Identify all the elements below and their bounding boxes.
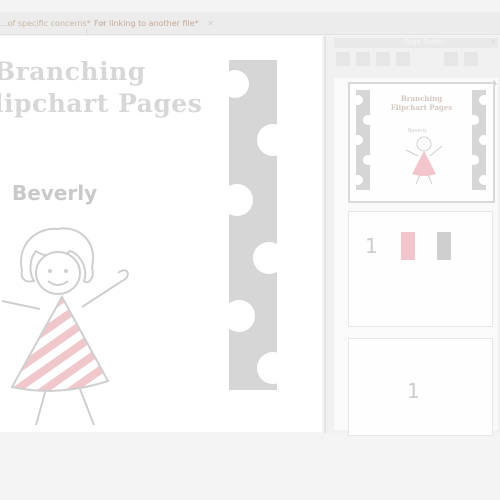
flipchart-canvas[interactable]: Branching lipchart Pages Beverly [0,36,322,432]
tab-close-icon[interactable]: ✕ [207,19,214,28]
thumbnail-number: 1 [407,379,420,403]
thumbnail-gray-card [437,232,451,260]
page-title: Branching lipchart Pages [0,56,202,120]
thumbnail-girl-icon [405,136,443,184]
page-thumbnail-1[interactable]: Branching Flipchart Pages Beverly [348,82,495,203]
thumbnail-number: 1 [365,234,378,258]
document-tab-bar: ...of specific concerns* ✕ For linking t… [0,12,500,40]
tab-label: ...of specific concerns* [0,19,91,28]
move-page-icon[interactable] [444,52,458,66]
thumbnail-dot-strip-left-icon [356,90,370,190]
panel-title: Page Sorter [404,38,445,46]
page-options-icon[interactable] [396,52,410,66]
title-line-1: Branching [0,57,146,86]
delete-page-icon[interactable] [464,52,478,66]
page-thumbnail-2[interactable]: 1 [348,211,493,327]
tab-linking-to-another-file[interactable]: For linking to another file* ✕ [94,17,214,31]
thumbnail-dot-strip-right-icon [472,90,486,190]
page-thumbnail-3[interactable]: 1 [348,338,493,436]
thumbnail-title-line-1: Branching [400,94,443,103]
new-page-icon[interactable] [336,52,350,66]
panel-close-icon[interactable]: ✕ [490,38,496,46]
stick-figure-girl-icon[interactable] [0,201,140,433]
duplicate-page-icon[interactable] [376,52,390,66]
polka-dot-strip-icon[interactable] [229,60,277,390]
thumbnail-title-line-2: Flipchart Pages [390,103,453,112]
tab-label: For linking to another file* [94,19,199,28]
tab-specific-concerns[interactable]: ...of specific concerns* ✕ [0,17,106,31]
page-thumbnail-list[interactable]: ▲ Branching Flipchart Pages Beverly [334,78,498,436]
thumbnail-pink-card [401,232,415,260]
panel-header[interactable]: Page Sorter ✕ [334,38,498,48]
title-line-2: lipchart Pages [0,89,203,118]
page-sorter-panel: Page Sorter ✕ ▲ Branching Flipchart Page… [324,36,500,436]
panel-toolbar [336,52,496,70]
insert-page-icon[interactable] [356,52,370,66]
